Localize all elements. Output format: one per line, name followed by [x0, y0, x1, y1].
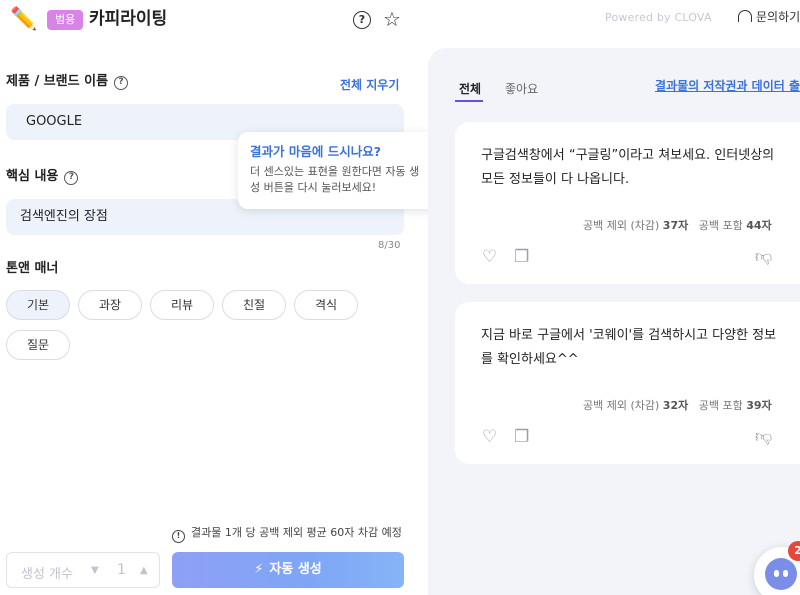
- category-badge: 범용: [47, 10, 84, 30]
- result-text[interactable]: 지금 바로 구글에서 '코웨이'를 검색하시고 다양한 정보를 확인하세요^^: [481, 324, 781, 372]
- tone-chip-basic[interactable]: 기본: [6, 290, 70, 320]
- result-text[interactable]: 구글검색창에서 “구글링”이라고 쳐보세요. 인터넷상의 모든 정보들이 다 나…: [481, 144, 781, 192]
- tone-chip-question[interactable]: 질문: [6, 330, 70, 360]
- excl-label: 공백 제외 (차감): [583, 219, 660, 232]
- chatbot-face-icon: [765, 558, 797, 590]
- star-icon[interactable]: ☆: [383, 6, 401, 32]
- result-card: 구글검색창에서 “구글링”이라고 쳐보세요. 인터넷상의 모든 정보들이 다 나…: [455, 122, 800, 284]
- hint-tooltip: 결과가 마음에 드시나요? 더 센스있는 표현을 원한다면 자동 생성 버튼을 …: [238, 132, 436, 209]
- tab-all[interactable]: 전체: [459, 81, 481, 97]
- active-tab-indicator: [455, 100, 483, 102]
- copy-icon[interactable]: ❐: [514, 248, 529, 266]
- tone-chip-kind[interactable]: 친절: [222, 290, 286, 320]
- incl-label: 공백 포함: [698, 399, 743, 412]
- powered-by-label: Powered by CLOVA: [605, 11, 712, 24]
- excl-value: 37자: [662, 219, 689, 232]
- tone-chip-formal[interactable]: 격식: [294, 290, 358, 320]
- tone-chip-exaggerate[interactable]: 과장: [78, 290, 142, 320]
- excl-label: 공백 제외 (차감): [583, 399, 660, 412]
- copy-icon[interactable]: ❐: [514, 428, 529, 446]
- clear-all-button[interactable]: 전체 지우기: [340, 76, 399, 93]
- usage-notice-text: 결과물 1개 당 공백 제외 평균 60자 차감 예정: [191, 526, 402, 539]
- brand-label: 제품 / 브랜드 이름?: [6, 73, 129, 91]
- incl-value: 44자: [746, 219, 772, 232]
- generate-button[interactable]: ⚡ 자동 생성: [172, 552, 404, 588]
- core-help-icon[interactable]: ?: [64, 171, 79, 185]
- generation-count-value: 1: [117, 562, 126, 578]
- pencil-icon: ✏️: [10, 7, 38, 32]
- brand-label-text: 제품 / 브랜드 이름: [6, 74, 109, 89]
- inquiry-label: 문의하기: [756, 10, 800, 24]
- incl-value: 39자: [746, 399, 772, 412]
- incl-label: 공백 포함: [698, 219, 743, 232]
- tab-liked[interactable]: 좋아요: [505, 81, 538, 97]
- core-label-text: 핵심 내용: [6, 169, 59, 184]
- usage-notice: ! 결과물 1개 당 공백 제외 평균 60자 차감 예정: [172, 524, 402, 543]
- thumbs-down-icon[interactable]: 👎︎: [755, 428, 772, 446]
- magic-wand-icon: ⚡: [254, 562, 264, 577]
- page-title: 카피라이팅: [89, 9, 168, 29]
- tone-chip-review[interactable]: 리뷰: [150, 290, 214, 320]
- tooltip-title: 결과가 마음에 드시나요?: [250, 144, 381, 159]
- generate-button-label: 자동 생성: [269, 562, 322, 577]
- result-char-counts: 공백 제외 (차감) 37자 공백 포함 44자: [583, 217, 772, 233]
- thumbs-down-icon[interactable]: 👎︎: [755, 248, 772, 266]
- tooltip-body: 더 센스있는 표현을 원한다면 자동 생성 버튼을 다시 눌러보세요!: [250, 165, 420, 194]
- tone-label: 톤앤 매너: [6, 261, 59, 276]
- generation-count-stepper[interactable]: 생성 개수 ▼ 1 ▲: [6, 552, 160, 588]
- input-panel: ✏️ 범용 카피라이팅 ? ☆ 제품 / 브랜드 이름? 전체 지우기 GOOG…: [0, 0, 420, 595]
- increment-icon[interactable]: ▲: [140, 565, 148, 576]
- core-label: 핵심 내용?: [6, 168, 79, 186]
- brand-help-icon[interactable]: ?: [114, 76, 129, 90]
- inquiry-link[interactable]: 문의하기: [738, 8, 800, 25]
- generation-count-label: 생성 개수: [21, 567, 73, 582]
- char-count: 8/30: [378, 240, 401, 251]
- result-card: 지금 바로 구글에서 '코웨이'를 검색하시고 다양한 정보를 확인하세요^^ …: [455, 302, 800, 464]
- headphones-icon: [738, 10, 752, 22]
- question-circle-icon[interactable]: ?: [353, 11, 371, 29]
- copyright-link[interactable]: 결과물의 저작권과 데이터 출처: [655, 77, 800, 94]
- excl-value: 32자: [662, 399, 689, 412]
- result-char-counts: 공백 제외 (차감) 32자 공백 포함 39자: [583, 397, 772, 413]
- heart-icon[interactable]: ♡: [482, 428, 497, 446]
- decrement-icon[interactable]: ▼: [91, 565, 99, 576]
- exclamation-circle-icon: !: [172, 530, 185, 543]
- heart-icon[interactable]: ♡: [482, 248, 497, 266]
